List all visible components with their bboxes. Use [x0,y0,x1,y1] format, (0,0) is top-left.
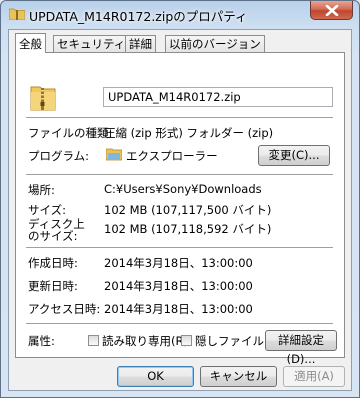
general-tab-panel: UPDATA_M14R0172.zip ファイルの種類: 圧縮 (zip 形式)… [15,52,345,366]
attributes-label: 属性: [28,334,55,348]
accessed-value: 2014年3月18日、13:00:00 [104,302,253,316]
location-label: 場所: [28,183,55,197]
location-value: C:¥Users¥Sony¥Downloads [104,182,262,196]
modified-value: 2014年3月18日、13:00:00 [104,279,253,293]
size-value: 102 MB (107,117,500 バイト) [104,203,272,217]
divider [26,117,333,118]
dialog-client: 全般 セキュリティ 詳細 以前のバージョン UPDATA_M14R0172.zi… [8,29,352,391]
change-program-button[interactable]: 変更(C)... [258,145,330,166]
title-bar[interactable]: UPDATA_M14R0172.zipのプロパティ [1,1,359,27]
zip-folder-icon [9,8,25,20]
close-button[interactable] [310,1,353,20]
hidden-checkbox[interactable] [181,335,192,346]
modified-label: 更新日時: [28,279,78,293]
disk-size-value: 102 MB (107,118,592 バイト) [104,222,272,236]
divider [26,174,333,175]
divider [26,323,333,324]
explorer-icon [106,148,122,161]
file-name-field[interactable]: UPDATA_M14R0172.zip [103,87,333,107]
readonly-checkbox[interactable] [88,335,99,346]
window-title: UPDATA_M14R0172.zipのプロパティ [29,9,248,24]
ok-button[interactable]: OK [117,366,194,387]
cancel-button[interactable]: キャンセル [200,366,277,387]
readonly-checkbox-label[interactable]: 読み取り専用(R) [102,333,188,349]
zip-folder-large-icon [30,86,56,111]
program-value: エクスプローラー [126,149,218,163]
program-label: プログラム: [28,149,90,163]
file-type-label: ファイルの種類: [28,126,113,140]
properties-dialog: UPDATA_M14R0172.zipのプロパティ 全般 セキュリティ 詳細 以… [0,0,360,398]
advanced-attributes-button[interactable]: 詳細設定(D)... [265,330,337,366]
close-icon [325,5,339,16]
disk-size-label-line2: のサイズ: [28,229,78,243]
created-label: 作成日時: [28,256,78,270]
tab-details[interactable]: 詳細 [125,35,156,52]
tab-previous-versions[interactable]: 以前のバージョン [165,35,265,52]
accessed-label: アクセス日時: [28,302,101,316]
apply-button[interactable]: 適用(A) [283,366,345,387]
tab-general[interactable]: 全般 [15,33,46,53]
created-value: 2014年3月18日、13:00:00 [104,256,253,270]
file-type-value: 圧縮 (zip 形式) フォルダー (zip) [104,126,274,140]
divider [26,247,333,248]
tab-security[interactable]: セキュリティ [53,35,130,52]
